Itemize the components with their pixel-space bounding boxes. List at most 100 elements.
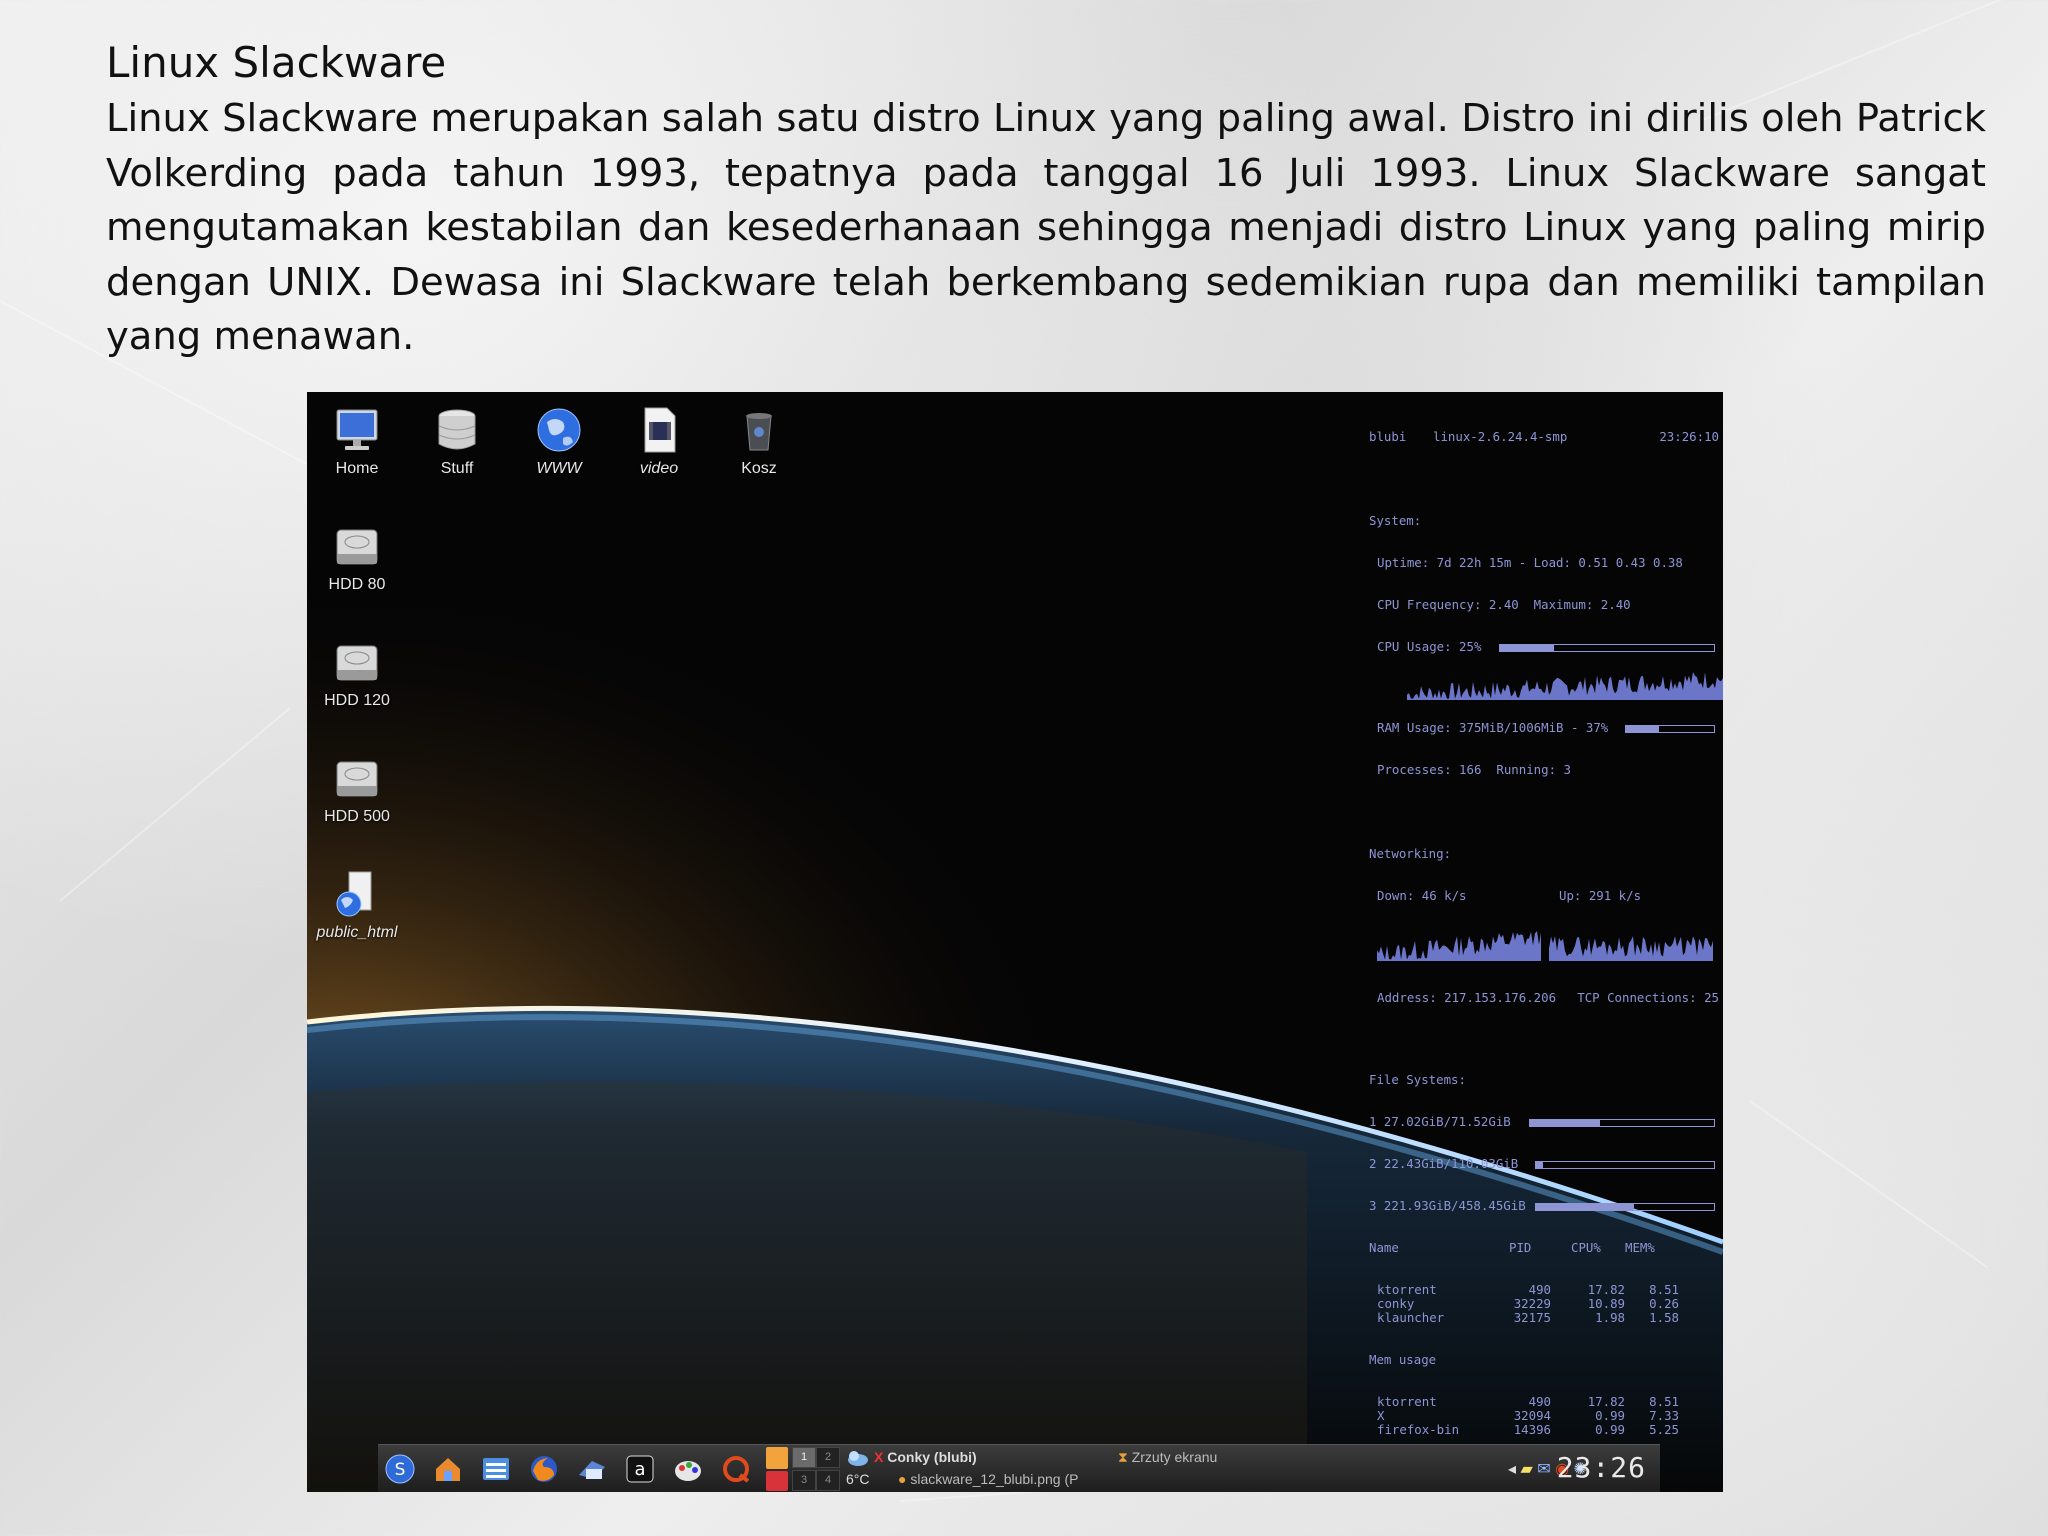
top-cpu-list: ktorrent 490 17.82 8.51 conky 32229 10.89 0.26 k… bbox=[1369, 1283, 1719, 1325]
proc-header-pid: PID bbox=[1509, 1240, 1532, 1255]
desktop-icon-label: WWW bbox=[536, 460, 582, 477]
desktop-icon-label: Kosz bbox=[741, 460, 777, 477]
pager-desktop-1[interactable]: 1 bbox=[792, 1447, 816, 1468]
desktop-icon-hdd-120[interactable]: HDD 120 bbox=[307, 636, 407, 710]
hourglass-icon: ⧗ bbox=[1118, 1449, 1132, 1465]
web-folder-icon bbox=[336, 871, 372, 917]
process-name: X bbox=[1377, 1408, 1385, 1423]
process-name: klauncher bbox=[1377, 1310, 1445, 1325]
desktop-icon-label: video bbox=[639, 460, 679, 477]
taskbar-clock[interactable]: 23:26 bbox=[1557, 1451, 1646, 1484]
thunderbird-icon[interactable] bbox=[576, 1453, 608, 1485]
task-screenshot-viewer-label: slackware_12_blubi.png (P bbox=[910, 1471, 1079, 1487]
desktop-icon-label: HDD 500 bbox=[324, 808, 390, 825]
firefox-icon[interactable] bbox=[528, 1453, 560, 1485]
process-row: ktorrent 490 17.82 8.51 bbox=[1369, 1283, 1719, 1297]
amarok-icon[interactable]: a bbox=[624, 1453, 656, 1485]
process-row: klauncher 32175 1.98 1.58 bbox=[1369, 1311, 1719, 1325]
process-row: conky 32229 10.89 0.26 bbox=[1369, 1297, 1719, 1311]
conky-fs-header: File Systems: bbox=[1369, 1072, 1466, 1087]
database-icon bbox=[438, 409, 476, 450]
desktop-icon-label: HDD 120 bbox=[324, 692, 390, 709]
svg-text:S: S bbox=[395, 1460, 406, 1480]
slackware-desktop-screenshot: Home Stuff WWW video Kosz HDD 80 HDD 120… bbox=[307, 392, 1723, 1492]
process-row: ktorrent 490 17.82 8.51 bbox=[1369, 1395, 1719, 1409]
svg-text:a: a bbox=[634, 1459, 645, 1480]
video-file-icon bbox=[644, 407, 676, 453]
slide-title: Linux Slackware bbox=[106, 38, 447, 87]
cpu-history-graph bbox=[1406, 672, 1723, 700]
process-pid: 32094 bbox=[1513, 1408, 1551, 1423]
process-cpu: 0.99 bbox=[1595, 1422, 1625, 1437]
desktop-icon-home[interactable]: Home bbox=[307, 404, 407, 478]
fs-2-label: 2 22.43GiB/110.03GiB bbox=[1369, 1156, 1519, 1171]
kmenu-icon[interactable]: S bbox=[384, 1453, 416, 1485]
process-mem: 5.25 bbox=[1649, 1422, 1679, 1437]
pager-desktop-3[interactable]: 3 bbox=[792, 1470, 816, 1491]
fs-2-fill bbox=[1536, 1162, 1544, 1168]
process-mem: 8.51 bbox=[1649, 1394, 1679, 1409]
top-mem-list: ktorrent 490 17.82 8.51 X 32094 0.99 7.33 firefo… bbox=[1369, 1395, 1719, 1437]
paint-icon[interactable] bbox=[672, 1453, 704, 1485]
desktop-icon-video[interactable]: video bbox=[609, 404, 709, 478]
volume-icon[interactable]: ◂ bbox=[1508, 1461, 1516, 1478]
home-folder-icon[interactable] bbox=[432, 1453, 464, 1485]
fs-1-label: 1 27.02GiB/71.52GiB bbox=[1369, 1114, 1511, 1129]
x-icon: X bbox=[874, 1449, 888, 1465]
conky-kernel: linux-2.6.24.4-smp bbox=[1433, 429, 1568, 444]
fs-2-bar bbox=[1535, 1161, 1715, 1169]
desktop-icon-public-html[interactable]: public_html bbox=[307, 868, 407, 942]
process-row: X 32094 0.99 7.33 bbox=[1369, 1409, 1719, 1423]
pager-desktop-4[interactable]: 4 bbox=[816, 1470, 840, 1491]
conky-uptime: Uptime: 7d 22h 15m - Load: 0.51 0.43 0.3… bbox=[1377, 555, 1683, 570]
conky-ram-usage: RAM Usage: 375MiB/1006MiB - 37% bbox=[1377, 720, 1609, 735]
hard-drive-icon bbox=[336, 761, 378, 797]
task-screenshot-folder-label: Zrzuty ekranu bbox=[1131, 1449, 1218, 1465]
conky-system-header: System: bbox=[1369, 513, 1422, 528]
desktop-icon-hdd-80[interactable]: HDD 80 bbox=[307, 520, 407, 594]
desktop-icon-trash[interactable]: Kosz bbox=[709, 404, 809, 478]
hard-drive-icon bbox=[336, 529, 378, 565]
fs-3-bar bbox=[1535, 1203, 1715, 1211]
conky-network-header: Networking: bbox=[1369, 846, 1452, 861]
conky-down: Down: 46 k/s bbox=[1377, 888, 1467, 903]
proc-header-name: Name bbox=[1369, 1240, 1399, 1255]
quassel-icon[interactable] bbox=[720, 1453, 752, 1485]
slide-paragraph: Linux Slackware merupakan salah satu dis… bbox=[106, 96, 1986, 359]
process-cpu: 10.89 bbox=[1587, 1296, 1625, 1311]
globe-icon bbox=[537, 408, 581, 452]
trash-icon bbox=[746, 413, 772, 451]
proc-header-cpu: CPU% bbox=[1571, 1240, 1601, 1255]
conky-cpu-frequency: CPU Frequency: 2.40 Maximum: 2.40 bbox=[1377, 597, 1631, 612]
mail-icon[interactable]: ✉ bbox=[1537, 1461, 1550, 1478]
show-desktop-icon[interactable] bbox=[766, 1447, 788, 1469]
process-pid: 490 bbox=[1528, 1394, 1551, 1409]
desktop-icon-stuff[interactable]: Stuff bbox=[407, 404, 507, 478]
logout-icon[interactable] bbox=[766, 1471, 788, 1491]
process-cpu: 17.82 bbox=[1587, 1394, 1625, 1409]
conky-address: Address: 217.153.176.206 bbox=[1377, 990, 1557, 1005]
graph-area bbox=[1377, 931, 1541, 961]
task-screenshot-folder[interactable]: ⧗ Zrzuty ekranu bbox=[1118, 1449, 1217, 1466]
file-manager-icon[interactable] bbox=[480, 1453, 512, 1485]
fs-3-label: 3 221.93GiB/458.45GiB bbox=[1369, 1198, 1526, 1213]
desktop-icon-label: Stuff bbox=[440, 460, 474, 477]
notes-icon[interactable]: ▰ bbox=[1520, 1461, 1532, 1478]
task-conky[interactable]: X Conky (blubi) bbox=[874, 1449, 977, 1465]
process-pid: 32229 bbox=[1513, 1296, 1551, 1311]
desktop-icon-www[interactable]: WWW bbox=[509, 404, 609, 478]
weather-temperature: 6°C bbox=[846, 1471, 870, 1487]
process-name: ktorrent bbox=[1377, 1282, 1437, 1297]
conky-cpu-usage: CPU Usage: 25% bbox=[1377, 639, 1482, 654]
ram-usage-fill bbox=[1626, 726, 1659, 732]
pager-desktop-2[interactable]: 2 bbox=[816, 1447, 840, 1468]
process-mem: 1.58 bbox=[1649, 1310, 1679, 1325]
task-screenshot-viewer[interactable]: ● slackware_12_blubi.png (P bbox=[898, 1471, 1078, 1487]
process-pid: 14396 bbox=[1513, 1422, 1551, 1437]
desktop-icon-hdd-500[interactable]: HDD 500 bbox=[307, 752, 407, 826]
process-name: firefox-bin bbox=[1377, 1422, 1460, 1437]
fs-1-bar bbox=[1529, 1119, 1715, 1127]
conky-mem-header: Mem usage bbox=[1369, 1352, 1437, 1367]
process-mem: 8.51 bbox=[1649, 1282, 1679, 1297]
cpu-usage-bar bbox=[1499, 644, 1715, 652]
